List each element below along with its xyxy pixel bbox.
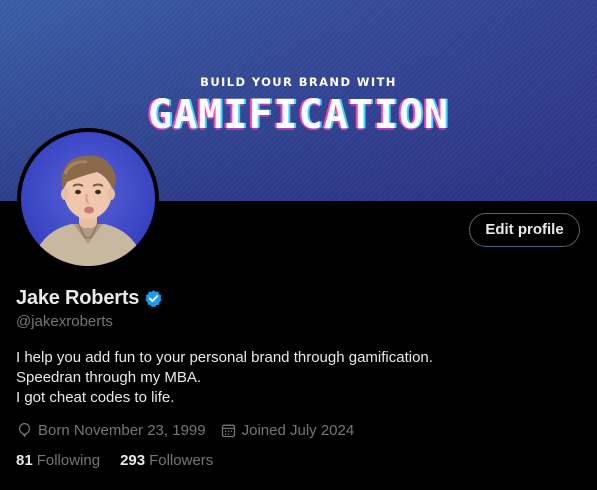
profile-meta: Born November 23, 1999 Joined July 2024: [16, 421, 368, 439]
balloon-icon: [16, 421, 33, 439]
born-label: Born November 23, 1999: [38, 421, 206, 439]
born-date: Born November 23, 1999: [16, 421, 206, 439]
following-link[interactable]: 81 Following: [16, 452, 100, 469]
user-handle: @jakexroberts: [16, 313, 113, 330]
following-count: 81: [16, 452, 33, 469]
followers-link[interactable]: 293 Followers: [120, 452, 213, 469]
follow-stats: 81 Following 293 Followers: [16, 452, 233, 469]
joined-label: Joined July 2024: [241, 421, 355, 439]
joined-date: Joined July 2024: [220, 421, 355, 439]
display-name: Jake Roberts: [16, 287, 140, 309]
banner-tagline: BUILD YOUR BRAND WITH: [200, 75, 397, 89]
bio-line: I help you add fun to your personal bran…: [16, 349, 433, 366]
verified-badge-icon[interactable]: [144, 289, 163, 308]
following-label: Following: [36, 452, 101, 469]
followers-count: 293: [120, 452, 146, 469]
calendar-icon: [220, 422, 237, 439]
edit-profile-button[interactable]: Edit profile: [469, 213, 580, 247]
name-row: Jake Roberts: [16, 287, 163, 310]
bio: I help you add fun to your personal bran…: [16, 348, 433, 408]
followers-label: Followers: [149, 452, 214, 469]
avatar[interactable]: [17, 128, 159, 270]
banner-headline: GAMIFICATION: [148, 92, 449, 138]
bio-line: I got cheat codes to life.: [16, 389, 175, 406]
bio-line: Speedran through my MBA.: [16, 369, 202, 386]
